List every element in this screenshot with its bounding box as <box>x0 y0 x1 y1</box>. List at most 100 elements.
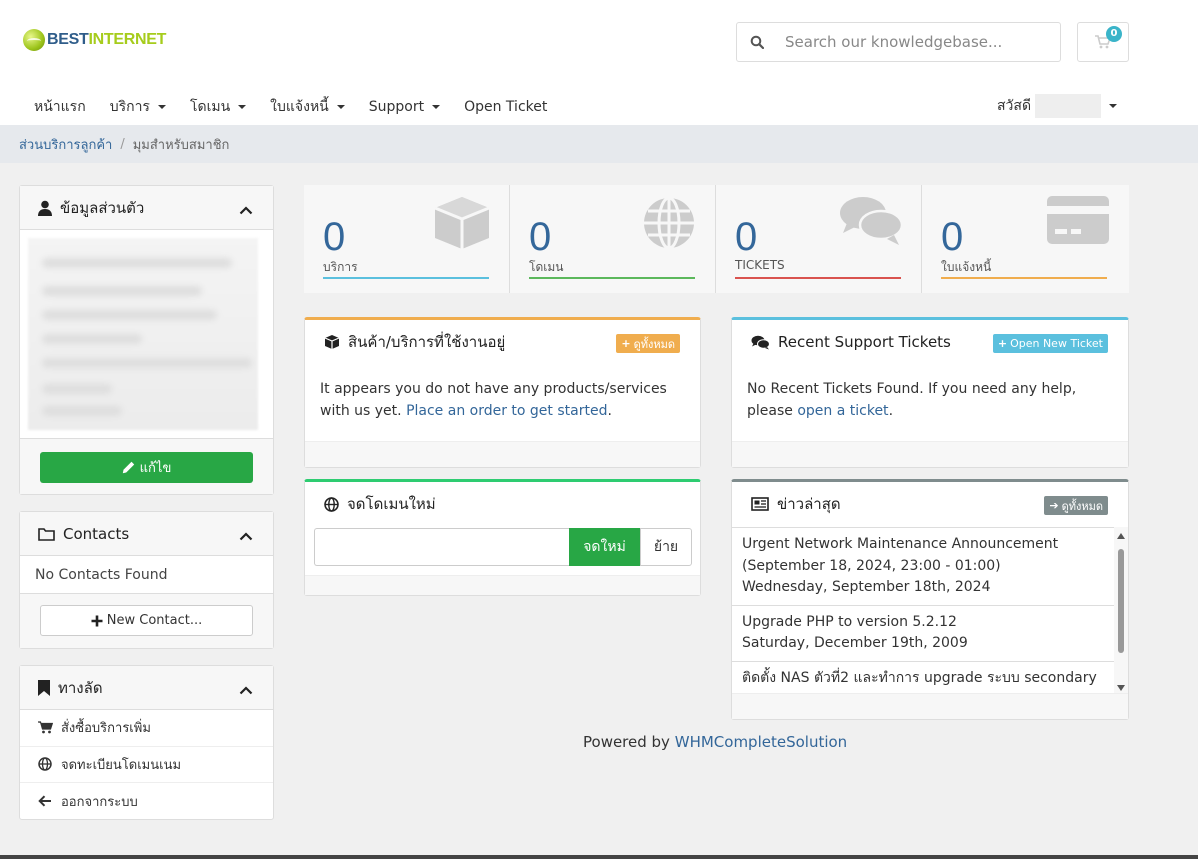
open-ticket-link[interactable]: open a ticket <box>797 403 888 419</box>
card-header: สินค้า/บริการที่ใช้งานอยู่ + ดูทั้งหมด <box>305 320 700 364</box>
whmcs-link[interactable]: WHMCompleteSolution <box>675 733 847 751</box>
user-icon <box>38 200 52 216</box>
open-new-ticket-button[interactable]: + Open New Ticket <box>992 334 1108 353</box>
chevron-up-icon[interactable] <box>239 681 253 699</box>
profile-panel-footer: แก้ไข <box>20 438 273 494</box>
shortcut-logout[interactable]: ออกจากระบบ <box>20 783 273 820</box>
caret-down-icon <box>238 105 247 109</box>
register-domain-button[interactable]: จดใหม่ <box>569 528 640 566</box>
view-all-news-button[interactable]: ➔ ดูทั้งหมด <box>1044 496 1108 515</box>
tile-value: 0 <box>323 215 346 259</box>
contacts-panel-footer: New Contact... <box>20 594 273 648</box>
tile-underline <box>941 277 1107 279</box>
no-contacts-text: No Contacts Found <box>20 556 273 594</box>
domain-input[interactable] <box>314 528 569 566</box>
register-domain-card: จดโดเมนใหม่ จดใหม่ ย้าย <box>304 479 701 596</box>
profile-details-redacted <box>28 238 258 430</box>
card-footer <box>305 575 700 595</box>
tile-label: บริการ <box>323 260 358 274</box>
search-input[interactable] <box>785 33 1055 51</box>
tile-domains[interactable]: 0 โดเมน <box>510 185 716 293</box>
arrow-right-icon: ➔ <box>1049 499 1059 512</box>
nav-services[interactable]: บริการ <box>110 96 166 118</box>
shortcut-order-services[interactable]: สั่งซื้อบริการเพิ่ม <box>20 710 273 747</box>
card-header: จดโดเมนใหม่ <box>305 482 700 526</box>
profile-panel: ข้อมูลส่วนตัว แก้ไข <box>19 185 274 495</box>
scroll-up-icon[interactable] <box>1117 533 1125 539</box>
caret-down-icon <box>432 105 441 109</box>
cube-icon <box>433 195 491 255</box>
domain-search-group: จดใหม่ ย้าย <box>314 528 692 566</box>
transfer-domain-button[interactable]: ย้าย <box>640 528 692 566</box>
view-all-products-button[interactable]: + ดูทั้งหมด <box>616 334 680 353</box>
folder-icon <box>38 527 55 541</box>
scroll-thumb[interactable] <box>1118 549 1124 653</box>
plus-icon: + <box>621 337 631 350</box>
nav-billing[interactable]: ใบแจ้งหนี้ <box>270 96 345 118</box>
logo-text: BESTINTERNET <box>47 31 167 48</box>
tile-invoices[interactable]: 0 ใบแจ้งหนี้ <box>922 185 1128 293</box>
breadcrumb: ส่วนบริการลูกค้า / มุมสำหรับสมาชิก <box>0 125 1198 163</box>
tile-label: โดเมน <box>529 260 564 274</box>
site-logo[interactable]: BESTINTERNET <box>23 29 166 51</box>
pencil-icon <box>122 461 134 474</box>
globe-icon <box>37 757 53 772</box>
cube-icon <box>324 334 340 350</box>
nav-open-ticket[interactable]: Open Ticket <box>464 96 547 118</box>
card-footer <box>732 693 1128 719</box>
stats-tiles: 0 บริการ 0 โดเมน 0 TICKETS 0 ใบแจ้งหนี้ <box>304 185 1129 293</box>
scroll-down-icon[interactable] <box>1117 685 1125 691</box>
shortcut-register-domain[interactable]: จดทะเบียนโดเมนเนม <box>20 747 273 784</box>
contacts-panel: Contacts No Contacts Found New Contact..… <box>19 511 274 649</box>
tile-underline <box>323 277 489 279</box>
tile-underline <box>735 277 901 279</box>
chevron-up-icon[interactable] <box>239 201 253 219</box>
cart-icon <box>37 721 53 734</box>
contacts-panel-header[interactable]: Contacts <box>20 512 273 556</box>
edit-profile-button[interactable]: แก้ไข <box>40 452 253 483</box>
caret-down-icon <box>1109 104 1118 108</box>
nav-home[interactable]: หน้าแรก <box>34 96 86 118</box>
user-name-redacted <box>1035 94 1102 118</box>
footer-bar <box>0 855 1198 859</box>
tile-value: 0 <box>735 215 758 259</box>
active-products-card: สินค้า/บริการที่ใช้งานอยู่ + ดูทั้งหมด It… <box>304 317 701 468</box>
powered-by: Powered by WHMCompleteSolution <box>583 733 848 751</box>
news-item[interactable]: ติดตั้ง NAS ตัวที่2 และทำการ upgrade ระบ… <box>732 662 1114 698</box>
cart-button[interactable]: 0 <box>1077 22 1129 62</box>
site-header: BESTINTERNET 0 หน้าแรก บริการ โดเมน ใบแจ… <box>0 0 1198 125</box>
breadcrumb-separator: / <box>120 136 125 152</box>
chevron-up-icon[interactable] <box>239 527 253 545</box>
comments-icon <box>839 195 904 251</box>
profile-panel-header[interactable]: ข้อมูลส่วนตัว <box>20 186 273 230</box>
caret-down-icon <box>336 105 345 109</box>
search-icon[interactable] <box>737 35 777 49</box>
nav-support[interactable]: Support <box>369 96 441 118</box>
news-list: Urgent Network Maintenance Announcement … <box>732 527 1128 697</box>
tile-services[interactable]: 0 บริการ <box>304 185 510 293</box>
main-nav: หน้าแรก บริการ โดเมน ใบแจ้งหนี้ Support … <box>34 96 571 118</box>
tile-tickets[interactable]: 0 TICKETS <box>716 185 922 293</box>
logo-ball-icon <box>23 29 45 51</box>
latest-news-card: ข่าวล่าสุด ➔ ดูทั้งหมด Urgent Network Mai… <box>731 479 1129 720</box>
tile-label: TICKETS <box>735 258 785 272</box>
globe-icon <box>641 195 697 255</box>
nav-domains[interactable]: โดเมน <box>190 96 247 118</box>
user-menu[interactable]: สวัสดี <box>997 94 1118 118</box>
new-contact-button[interactable]: New Contact... <box>40 605 253 636</box>
tile-label: ใบแจ้งหนี้ <box>941 260 992 274</box>
card-footer <box>732 441 1128 467</box>
shortcuts-panel-header[interactable]: ทางลัด <box>20 666 273 710</box>
breadcrumb-client-area[interactable]: ส่วนบริการลูกค้า <box>19 134 112 155</box>
comments-icon <box>751 335 770 350</box>
bookmark-icon <box>38 679 50 696</box>
arrow-left-icon <box>37 795 53 807</box>
recent-tickets-card: Recent Support Tickets + Open New Ticket … <box>731 317 1129 468</box>
news-item[interactable]: Upgrade PHP to version 5.2.12 Saturday, … <box>732 606 1114 662</box>
news-item[interactable]: Urgent Network Maintenance Announcement … <box>732 528 1114 606</box>
breadcrumb-current: มุมสำหรับสมาชิก <box>132 137 230 153</box>
card-header: ข่าวล่าสุด ➔ ดูทั้งหมด <box>732 482 1128 526</box>
news-scrollbar[interactable] <box>1114 527 1128 697</box>
place-order-link[interactable]: Place an order to get started <box>406 403 607 419</box>
shortcuts-panel: ทางลัด สั่งซื้อบริการเพิ่ม จดทะเบียนโดเม… <box>19 665 274 820</box>
